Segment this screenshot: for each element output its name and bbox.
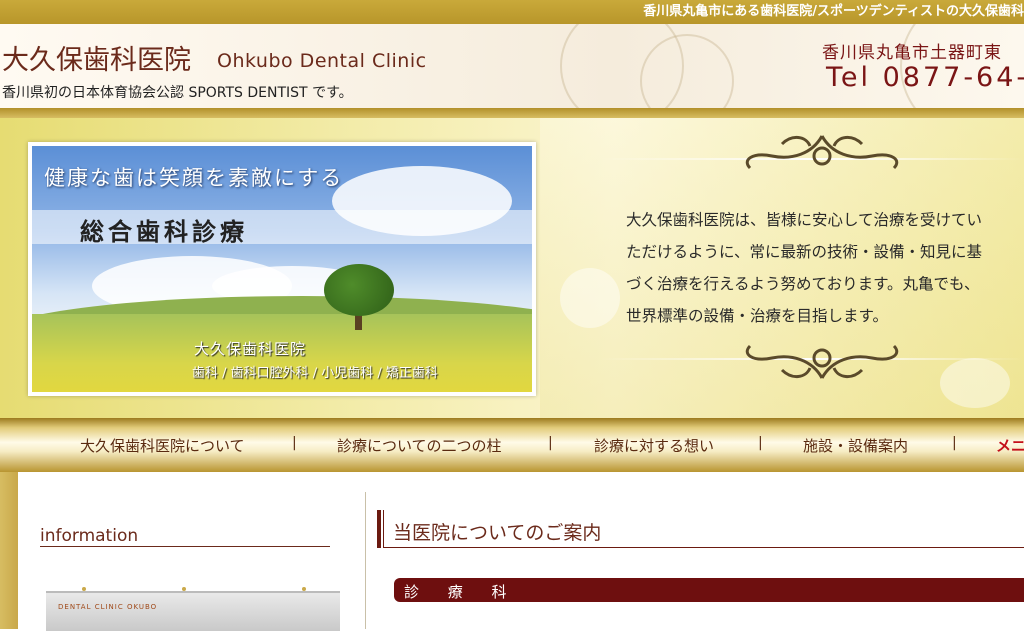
light-fixture bbox=[182, 587, 186, 591]
nav-separator: | bbox=[758, 435, 763, 451]
lamp-decoration bbox=[940, 358, 1010, 408]
photo-departments: 歯科 / 歯科口腔外科 / 小児歯科 / 矯正歯科 bbox=[192, 366, 438, 381]
nav-item-facilities[interactable]: 施設・設備案内 bbox=[803, 435, 908, 456]
site-title-en: Ohkubo Dental Clinic bbox=[217, 50, 427, 72]
nav-item-menu[interactable]: メニ bbox=[996, 435, 1024, 456]
light-fixture bbox=[82, 587, 86, 591]
photo-main-copy: 総合歯科診療 bbox=[80, 217, 248, 246]
clinic-building-photo[interactable]: DENTAL CLINIC OKUBO bbox=[46, 587, 340, 631]
department-heading: 診 療 科 bbox=[404, 583, 519, 601]
clinic-address: 香川県丸亀市土器町東 bbox=[822, 43, 1002, 63]
main-nav: 大久保歯科医院について | 診療についての二つの柱 | 診療に対する想い | 施… bbox=[0, 418, 1024, 472]
hero-banner: 健康な歯は笑顔を素敵にする 総合歯科診療 大久保歯科医院 歯科 / 歯科口腔外科… bbox=[0, 118, 1024, 418]
nav-separator: | bbox=[292, 435, 297, 451]
photo-tagline: 健康な歯は笑顔を素敵にする bbox=[44, 166, 344, 190]
clinic-phone[interactable]: Tel 0877-64-9 bbox=[826, 62, 1024, 93]
section-marker bbox=[377, 510, 381, 548]
hero-intro-text: 大久保歯科医院は、皆様に安心して治療を受けてい ただけるように、常に最新の技術・… bbox=[626, 204, 1024, 332]
sidebar-heading: information bbox=[40, 526, 139, 546]
column-divider bbox=[365, 492, 366, 629]
section-marker bbox=[383, 510, 384, 548]
section-underline bbox=[384, 547, 1024, 548]
left-gold-rail bbox=[0, 472, 18, 629]
tree-icon bbox=[324, 264, 394, 316]
site-tagline: 香川県丸亀市にある歯科医院/スポーツデンティストの大久保歯科 bbox=[643, 4, 1024, 19]
site-title[interactable]: 大久保歯科医院 bbox=[2, 38, 191, 77]
hero-text-line: づく治療を行えるよう努めております。丸亀でも、 bbox=[626, 275, 980, 293]
department-heading-bar: 診 療 科 bbox=[394, 578, 1024, 602]
site-header: 大久保歯科医院 Ohkubo Dental Clinic 香川県初の日本体育協会… bbox=[0, 24, 1024, 108]
top-strip: 香川県丸亀市にある歯科医院/スポーツデンティストの大久保歯科 bbox=[0, 0, 1024, 24]
ornament-top-icon bbox=[745, 135, 899, 170]
building-sign: DENTAL CLINIC OKUBO bbox=[58, 603, 158, 611]
nav-item-pillars[interactable]: 診療についての二つの柱 bbox=[337, 435, 502, 456]
hero-photo: 健康な歯は笑顔を素敵にする 総合歯科診療 大久保歯科医院 歯科 / 歯科口腔外科… bbox=[28, 142, 536, 396]
sidebar-heading-underline bbox=[40, 546, 330, 547]
section-title: 当医院についてのご案内 bbox=[393, 522, 602, 544]
site-subtitle: 香川県初の日本体育協会公認 SPORTS DENTIST です。 bbox=[2, 85, 353, 101]
nav-item-about[interactable]: 大久保歯科医院について bbox=[80, 435, 245, 456]
hero-text-line: 大久保歯科医院は、皆様に安心して治療を受けてい bbox=[626, 211, 983, 229]
hero-text-line: ただけるように、常に最新の技術・設備・知見に基 bbox=[626, 243, 983, 261]
photo-clinic-name: 大久保歯科医院 bbox=[194, 340, 307, 358]
lamp-decoration bbox=[560, 268, 620, 328]
nav-separator: | bbox=[548, 435, 553, 451]
hero-text-line: 世界標準の設備・治療を目指します。 bbox=[626, 307, 888, 325]
nav-separator: | bbox=[952, 435, 957, 451]
nav-item-philosophy[interactable]: 診療に対する想い bbox=[594, 435, 714, 456]
ornament-bottom-icon bbox=[745, 344, 899, 379]
light-fixture bbox=[302, 587, 306, 591]
header-gold-band bbox=[0, 108, 1024, 118]
